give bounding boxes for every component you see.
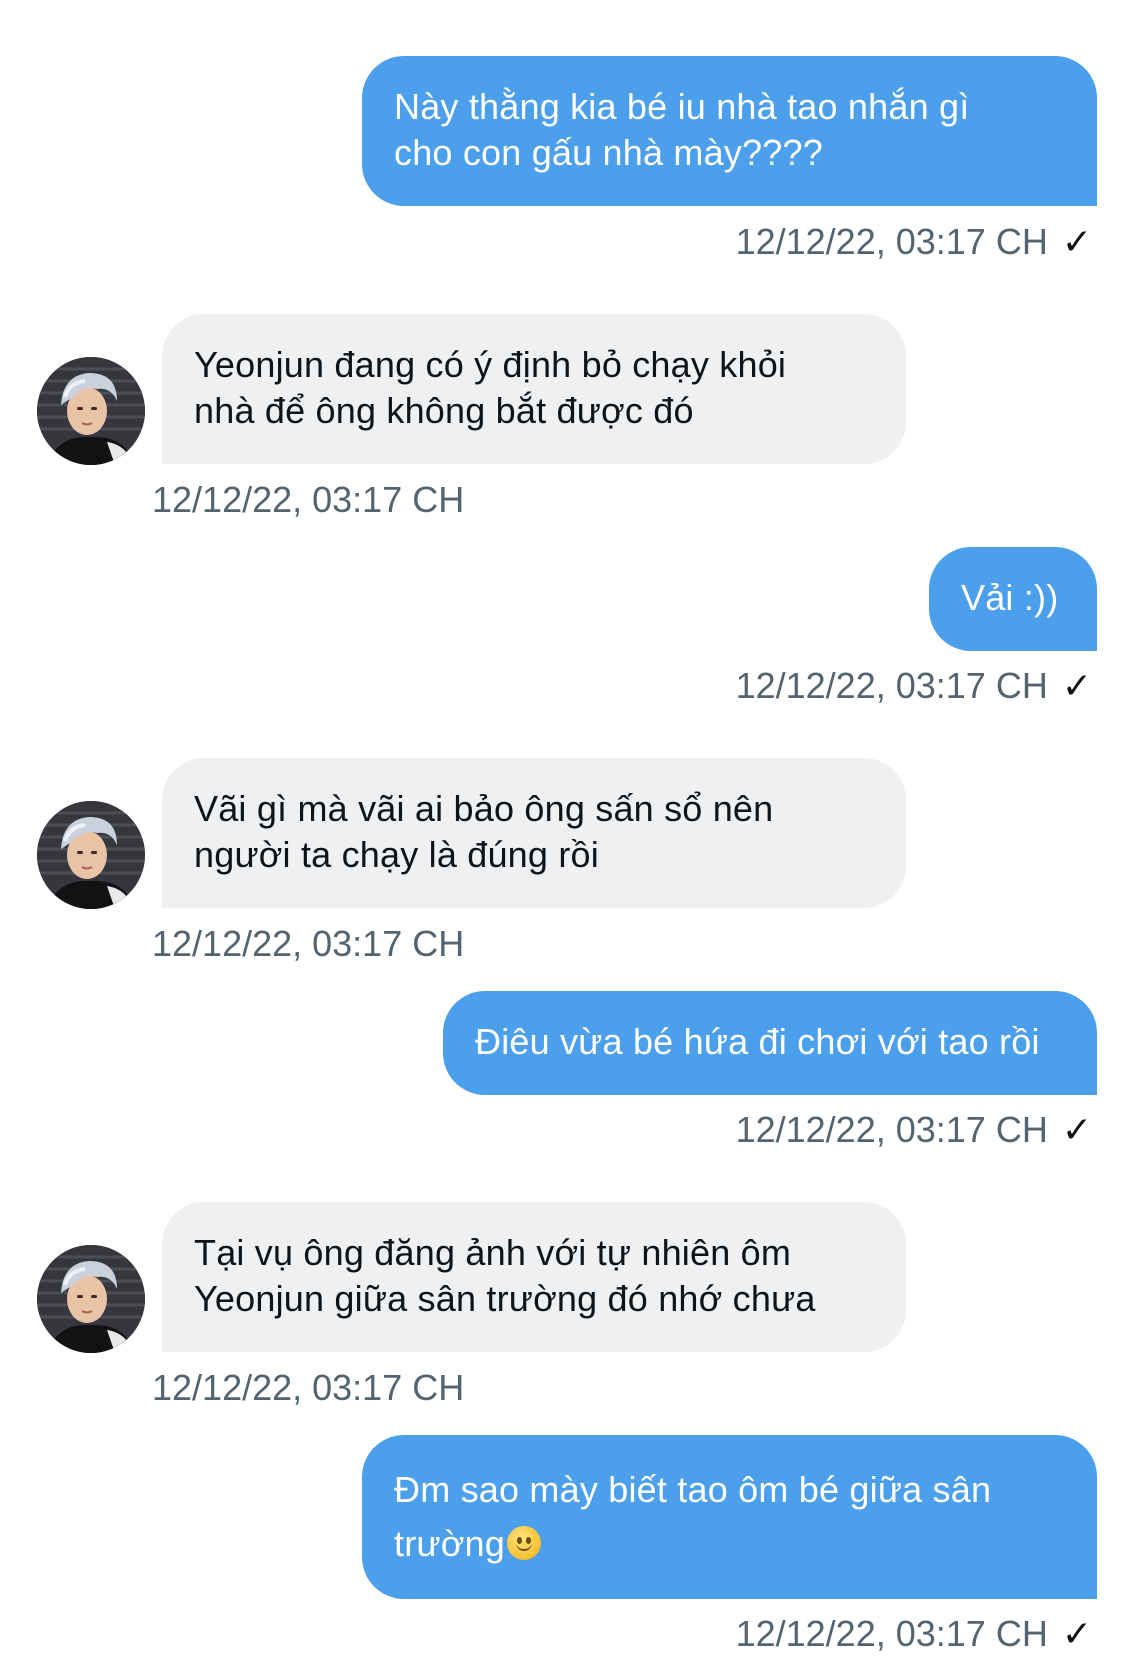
message-meta: 12/12/22, 03:17 CH: [152, 480, 464, 520]
avatar[interactable]: [37, 801, 145, 909]
message-text: Đm sao mày biết tao ôm bé giữa sân: [394, 1469, 992, 1510]
message-received[interactable]: Vãi gì mà vãi ai bảo ông sấn sổ nên ngườ…: [162, 758, 906, 908]
message-meta: 12/12/22, 03:17 CH ✓: [736, 666, 1092, 706]
message-text: Yeonjun giữa sân trường đó nhớ chưa: [194, 1278, 816, 1319]
avatar-image: [37, 801, 145, 909]
read-check-icon: ✓: [1061, 1109, 1092, 1150]
message-text: Tại vụ ông đăng ảnh với tự nhiên ôm: [194, 1232, 792, 1273]
message-meta: 12/12/22, 03:17 CH ✓: [736, 1110, 1092, 1150]
avatar-image: [37, 357, 145, 465]
message-sent[interactable]: Điêu vừa bé hứa đi chơi với tao rồi: [443, 991, 1097, 1095]
timestamp: 12/12/22, 03:17 CH: [735, 665, 1048, 706]
message-bubble[interactable]: Tại vụ ông đăng ảnh với tự nhiên ôm Yeon…: [162, 1202, 906, 1352]
read-check-icon: ✓: [1061, 1613, 1092, 1654]
message-text: Vãi gì mà vãi ai bảo ông sấn sổ nên: [194, 788, 774, 829]
avatar[interactable]: [37, 1245, 145, 1353]
read-check-icon: ✓: [1061, 665, 1092, 706]
dm-conversation: Này thằng kia bé iu nhà tao nhắn gì cho …: [0, 0, 1125, 1662]
timestamp: 12/12/22, 03:17 CH: [735, 221, 1048, 262]
message-text: Điêu vừa bé hứa đi chơi với tao rồi: [475, 1021, 1040, 1062]
message-text: cho con gấu nhà mày????: [394, 132, 823, 173]
message-text-with-emoji: trường: [394, 1517, 1065, 1571]
timestamp: 12/12/22, 03:17 CH: [152, 1367, 465, 1408]
message-text: Yeonjun đang có ý định bỏ chạy khỏi: [194, 344, 787, 385]
timestamp: 12/12/22, 03:17 CH: [152, 479, 465, 520]
message-bubble[interactable]: Này thằng kia bé iu nhà tao nhắn gì cho …: [362, 56, 1097, 206]
message-bubble[interactable]: Yeonjun đang có ý định bỏ chạy khỏi nhà …: [162, 314, 906, 464]
message-text: trường: [394, 1523, 505, 1564]
message-text: Này thằng kia bé iu nhà tao nhắn gì: [394, 86, 970, 127]
message-sent[interactable]: Đm sao mày biết tao ôm bé giữa sân trườn…: [362, 1435, 1097, 1599]
message-text: nhà để ông không bắt được đó: [194, 390, 694, 431]
message-received[interactable]: Tại vụ ông đăng ảnh với tự nhiên ôm Yeon…: [162, 1202, 906, 1352]
timestamp: 12/12/22, 03:17 CH: [735, 1109, 1048, 1150]
message-bubble[interactable]: Đm sao mày biết tao ôm bé giữa sân trườn…: [362, 1435, 1097, 1599]
message-text: người ta chạy là đúng rồi: [194, 834, 599, 875]
read-check-icon: ✓: [1061, 221, 1092, 262]
message-meta: 12/12/22, 03:17 CH ✓: [736, 222, 1092, 262]
message-text: Vải :)): [961, 577, 1059, 618]
avatar-image: [37, 1245, 145, 1353]
message-meta: 12/12/22, 03:17 CH: [152, 1368, 464, 1408]
message-bubble[interactable]: Điêu vừa bé hứa đi chơi với tao rồi: [443, 991, 1097, 1095]
timestamp: 12/12/22, 03:17 CH: [152, 923, 465, 964]
message-meta: 12/12/22, 03:17 CH ✓: [736, 1614, 1092, 1654]
message-sent[interactable]: Vải :)): [929, 547, 1097, 651]
message-meta: 12/12/22, 03:17 CH: [152, 924, 464, 964]
timestamp: 12/12/22, 03:17 CH: [735, 1613, 1048, 1654]
message-received[interactable]: Yeonjun đang có ý định bỏ chạy khỏi nhà …: [162, 314, 906, 464]
slightly-smiling-face-icon: [506, 1526, 541, 1560]
avatar[interactable]: [37, 357, 145, 465]
message-bubble[interactable]: Vải :)): [929, 547, 1097, 651]
message-sent[interactable]: Này thằng kia bé iu nhà tao nhắn gì cho …: [362, 56, 1097, 206]
message-bubble[interactable]: Vãi gì mà vãi ai bảo ông sấn sổ nên ngườ…: [162, 758, 906, 908]
